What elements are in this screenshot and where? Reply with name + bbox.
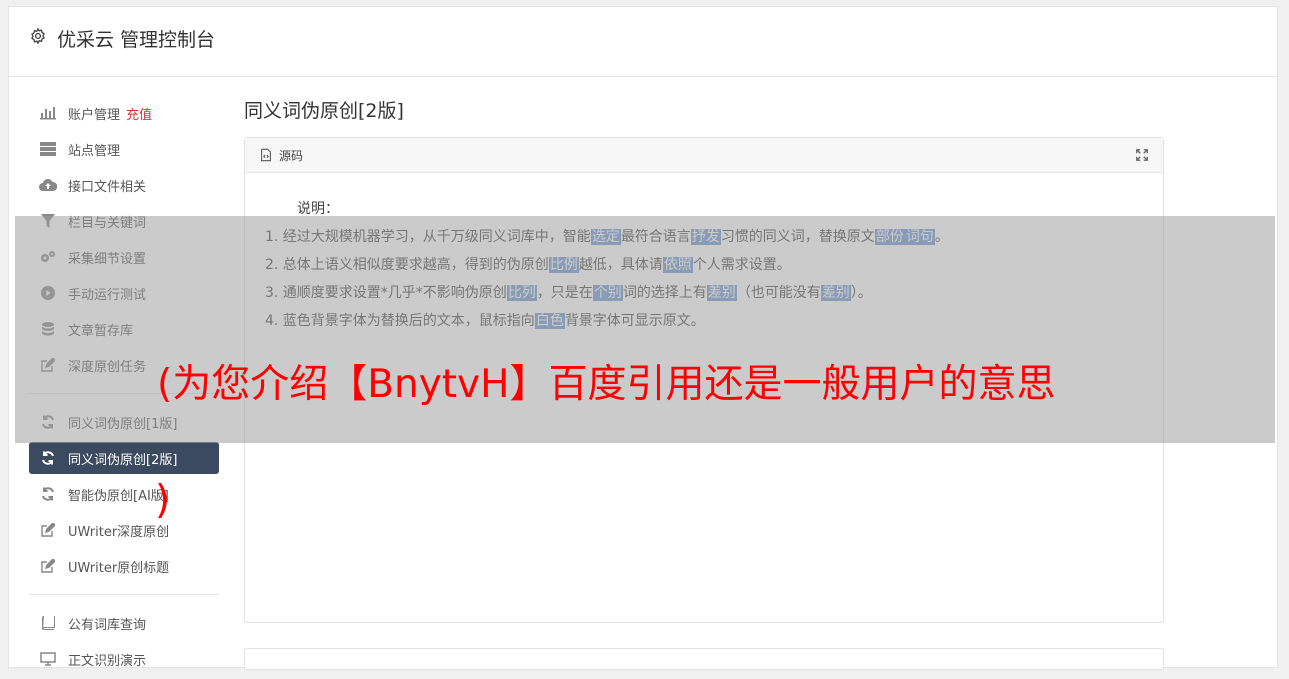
- edit-icon: [39, 521, 57, 539]
- sidebar-item-label: 正文识别演示: [68, 653, 147, 669]
- code-file-icon: [261, 148, 271, 162]
- server-icon: [39, 140, 57, 158]
- second-panel: [244, 648, 1164, 670]
- header: 优采云 管理控制台: [9, 7, 1277, 77]
- app-title: 优采云 管理控制台: [57, 29, 216, 51]
- panel-label: 源码: [279, 148, 304, 163]
- sidebar-item[interactable]: 公有词库查询: [29, 607, 219, 639]
- sidebar-item[interactable]: 接口文件相关: [29, 169, 219, 201]
- sidebar-item[interactable]: 正文识别演示: [29, 643, 219, 675]
- sidebar-item-label: 接口文件相关: [68, 179, 147, 195]
- ad-headline-tail: ): [155, 478, 171, 523]
- cloud-upload-icon: [39, 176, 57, 194]
- sidebar-item-label: UWriter深度原创: [68, 524, 170, 540]
- book-icon: [39, 614, 57, 632]
- sidebar-item[interactable]: 站点管理: [29, 133, 219, 165]
- refresh-icon: [39, 485, 57, 503]
- sidebar-divider: [29, 594, 219, 595]
- monitor-icon: [39, 650, 57, 668]
- ad-headline: (为您介绍【BnytvH】百度引用还是一般用户的意思: [157, 362, 1056, 407]
- sidebar-item[interactable]: UWriter原创标题: [29, 550, 219, 582]
- sidebar-item-label: 站点管理: [68, 143, 121, 159]
- sidebar-item-label: 智能伪原创[AI版]: [68, 488, 169, 504]
- page-title: 同义词伪原创[2版]: [244, 100, 404, 122]
- sidebar-item[interactable]: 智能伪原创[AI版]: [29, 478, 219, 510]
- sidebar-item[interactable]: 账户管理 充值: [29, 97, 219, 129]
- refresh-icon: [39, 449, 57, 467]
- sidebar-item-label: 账户管理: [68, 107, 121, 123]
- sidebar-item[interactable]: UWriter深度原创: [29, 514, 219, 546]
- panel-header: 源码: [245, 138, 1163, 173]
- expand-icon[interactable]: [1135, 148, 1149, 162]
- sidebar-item-label: 同义词伪原创[2版]: [68, 452, 178, 468]
- sidebar-item-label: 公有词库查询: [68, 617, 147, 633]
- gear-icon[interactable]: [29, 27, 47, 45]
- bar-chart-icon: [39, 104, 57, 122]
- sidebar-item-label: UWriter原创标题: [68, 560, 170, 576]
- edit-icon: [39, 557, 57, 575]
- recharge-link[interactable]: 充值: [126, 104, 152, 123]
- sidebar-item[interactable]: 同义词伪原创[2版]: [29, 442, 219, 474]
